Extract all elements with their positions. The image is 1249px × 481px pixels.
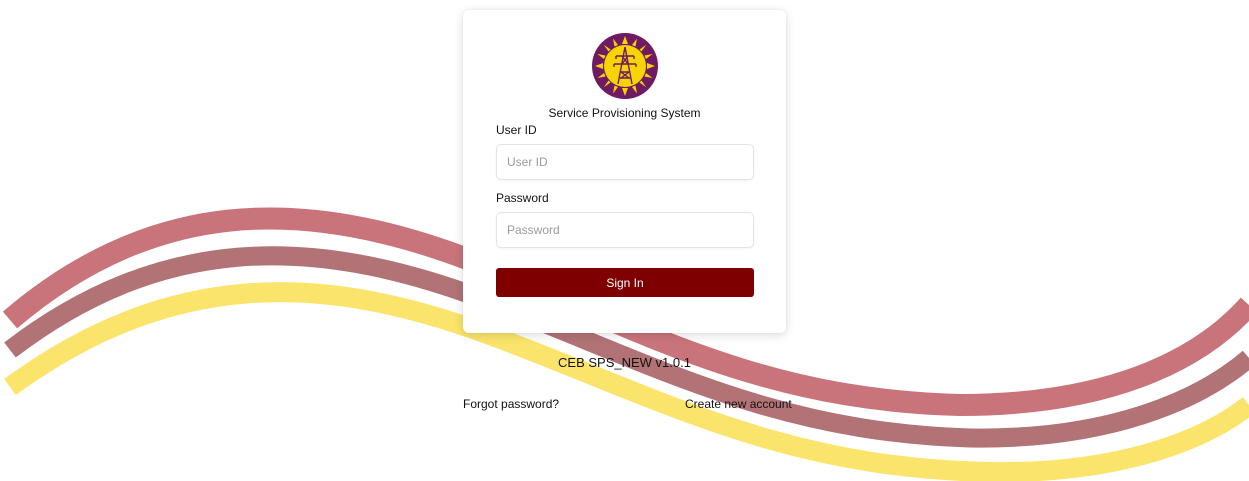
login-page: Service Provisioning System User ID Pass… xyxy=(0,0,1249,481)
create-account-link[interactable]: Create new account xyxy=(685,397,792,411)
forgot-password-link[interactable]: Forgot password? xyxy=(463,397,559,411)
login-card: Service Provisioning System User ID Pass… xyxy=(463,10,786,333)
password-label: Password xyxy=(496,191,549,205)
password-input[interactable] xyxy=(496,212,754,248)
ceb-logo-icon xyxy=(592,33,658,99)
system-name: Service Provisioning System xyxy=(548,106,701,120)
user-id-input[interactable] xyxy=(496,144,754,180)
sign-in-button[interactable]: Sign In xyxy=(496,268,754,297)
version-text: CEB SPS_NEW v1.0.1 xyxy=(558,355,691,370)
user-id-label: User ID xyxy=(496,123,537,137)
